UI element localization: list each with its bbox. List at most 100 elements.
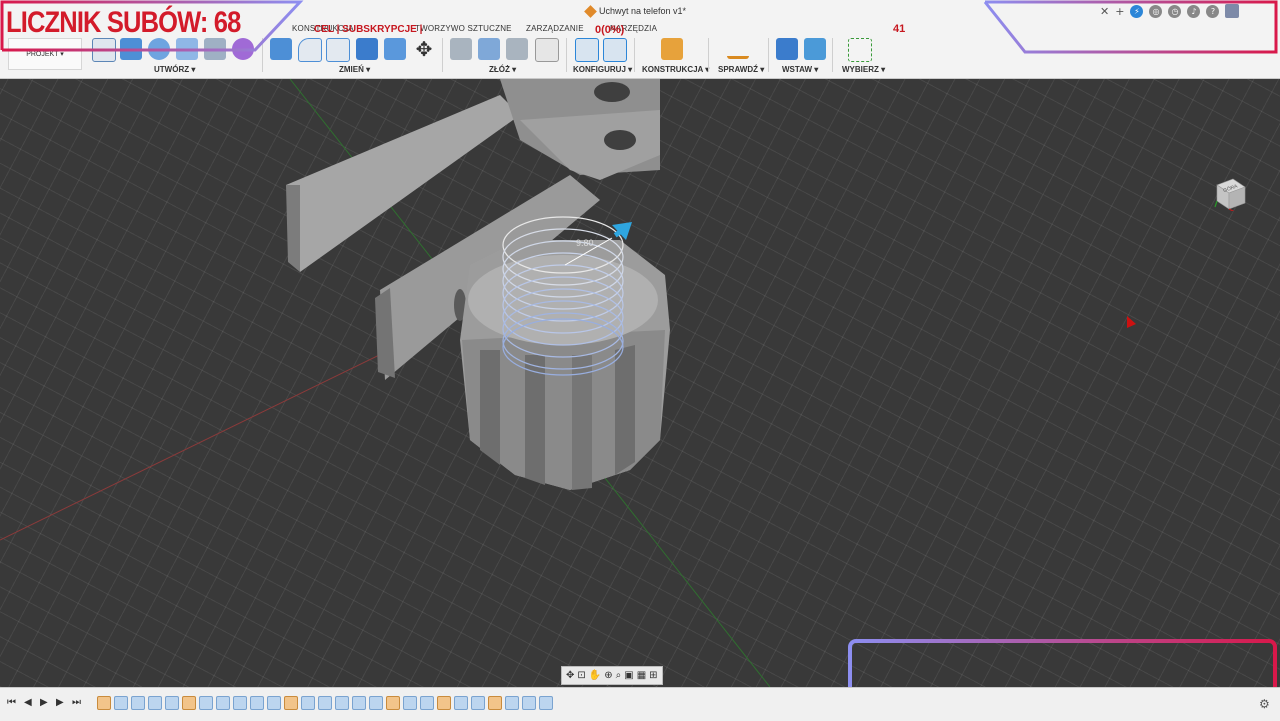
move-icon[interactable]: ✥ (413, 38, 435, 60)
separator (708, 38, 709, 72)
group-zmien[interactable]: ZMIEŃ ▾ (339, 65, 370, 74)
as-built-joint-button[interactable] (506, 38, 528, 60)
create-sketch-button[interactable] (92, 38, 116, 62)
timeline-prev-icon[interactable]: ◀ (24, 697, 32, 708)
group-konfiguruj[interactable]: KONFIGURUJ ▾ (573, 65, 632, 74)
group-wybierz[interactable]: WYBIERZ ▾ (842, 65, 885, 74)
timeline-item[interactable] (403, 696, 417, 710)
document-icon (584, 4, 597, 18)
close-tab-icon[interactable]: ✕ (1100, 5, 1109, 18)
shell-button[interactable] (326, 38, 350, 62)
select-button[interactable] (848, 38, 872, 62)
timeline-item[interactable] (284, 696, 298, 710)
timeline-item[interactable] (522, 696, 536, 710)
3d-viewport[interactable]: 9.80 GÓRA (0, 79, 1280, 687)
timeline-settings-icon[interactable]: ⚙ (1259, 697, 1270, 711)
create-form-button[interactable] (232, 38, 254, 60)
tab-konstrukcja[interactable]: KONSTRUKCJA (292, 24, 354, 33)
split-body-button[interactable] (384, 38, 406, 60)
timeline-item[interactable] (318, 696, 332, 710)
top-toolbar: Uchwyt na telefon v1* KONSTRUKCJA TWORZY… (0, 0, 1280, 79)
mouse-cursor-icon (1127, 316, 1136, 328)
revolve-button[interactable] (148, 38, 170, 60)
zoom-window-icon[interactable]: ⊕ (604, 670, 612, 681)
view-cube[interactable]: GÓRA (1213, 177, 1247, 214)
pattern-button[interactable] (204, 38, 226, 60)
separator (262, 38, 263, 72)
timeline-item[interactable] (97, 696, 111, 710)
zoom-icon[interactable]: ⌕ (616, 670, 622, 681)
timeline-item[interactable] (182, 696, 196, 710)
viewports-icon[interactable]: ⊞ (649, 670, 657, 681)
notifications-icon[interactable]: ♪ (1187, 4, 1201, 18)
timeline-item[interactable] (216, 696, 230, 710)
timeline-item[interactable] (488, 696, 502, 710)
timeline-next-icon[interactable]: ▶ (56, 697, 64, 708)
timeline-item[interactable] (437, 696, 451, 710)
configure-button[interactable] (603, 38, 627, 62)
timeline-item[interactable] (114, 696, 128, 710)
pan-icon[interactable]: ✋ (589, 670, 601, 681)
look-at-icon[interactable]: ⊡ (577, 670, 585, 681)
group-utworz[interactable]: UTWÓRZ ▾ (154, 65, 195, 74)
grid-settings-icon[interactable]: ▦ (637, 670, 646, 681)
timeline-start-icon[interactable]: ⏮ (7, 697, 16, 708)
timeline-play-icon[interactable]: ▶ (40, 697, 48, 708)
view-cube-icon[interactable]: GÓRA (1213, 177, 1247, 214)
timeline-item[interactable] (267, 696, 281, 710)
separator (442, 38, 443, 72)
timeline-item[interactable] (199, 696, 213, 710)
user-avatar[interactable] (1225, 4, 1240, 18)
new-component-button[interactable] (450, 38, 472, 60)
x-axis-line (0, 339, 411, 541)
timeline-item[interactable] (233, 696, 247, 710)
orbit-icon[interactable]: ✥ (566, 670, 574, 681)
dimension-label: 9.80 (576, 238, 594, 248)
timeline-item[interactable] (301, 696, 315, 710)
timeline-item[interactable] (352, 696, 366, 710)
group-konstrukcja[interactable]: KONSTRUKCJA ▾ (642, 65, 709, 74)
group-zloz[interactable]: ZŁÓŻ ▾ (489, 65, 516, 74)
parameters-button[interactable] (575, 38, 599, 62)
timeline-item[interactable] (454, 696, 468, 710)
group-wstaw[interactable]: WSTAW ▾ (782, 65, 818, 74)
tab-zarzadzanie[interactable]: ZARZĄDZANIE (526, 24, 584, 33)
separator (832, 38, 833, 72)
fillet-button[interactable] (298, 38, 322, 62)
hole-button[interactable] (176, 38, 198, 60)
timeline-item[interactable] (369, 696, 383, 710)
display-settings-icon[interactable]: ▣ (624, 670, 633, 681)
timeline-item[interactable] (131, 696, 145, 710)
press-pull-button[interactable] (270, 38, 292, 60)
offset-plane-button[interactable] (661, 38, 683, 60)
insert-image-button[interactable] (804, 38, 826, 60)
timeline-item[interactable] (165, 696, 179, 710)
timeline-end-icon[interactable]: ⏭ (72, 697, 81, 708)
help-icon[interactable]: ? (1206, 4, 1220, 18)
timeline-item[interactable] (539, 696, 553, 710)
job-status-icon[interactable]: ◷ (1168, 4, 1182, 18)
tab-narzedzia[interactable]: NARZĘDZIA (610, 24, 657, 33)
extrude-button[interactable] (120, 38, 142, 60)
joint-origin-button[interactable] (535, 38, 559, 62)
timeline-item[interactable] (335, 696, 349, 710)
timeline-item[interactable] (420, 696, 434, 710)
joint-button[interactable] (478, 38, 500, 60)
timeline-item[interactable] (505, 696, 519, 710)
separator (768, 38, 769, 72)
workspace-switcher[interactable]: PROJEKT ▾ (8, 38, 82, 70)
online-status-icon[interactable]: ◎ (1149, 4, 1163, 18)
model-canvas: 9.80 (0, 79, 1136, 687)
timeline-item[interactable] (250, 696, 264, 710)
extensions-icon[interactable]: ⚡ (1130, 4, 1144, 18)
tab-tworzywo[interactable]: TWORZYWO SZTUCZNE (415, 24, 512, 33)
timeline-item[interactable] (471, 696, 485, 710)
measure-button[interactable] (727, 42, 749, 59)
insert-derive-button[interactable] (776, 38, 798, 60)
separator (634, 38, 635, 72)
timeline-item[interactable] (148, 696, 162, 710)
group-sprawdz[interactable]: SPRAWDŹ ▾ (718, 65, 764, 74)
timeline-item[interactable] (386, 696, 400, 710)
new-tab-icon[interactable]: + (1115, 5, 1124, 18)
combine-button[interactable] (356, 38, 378, 60)
